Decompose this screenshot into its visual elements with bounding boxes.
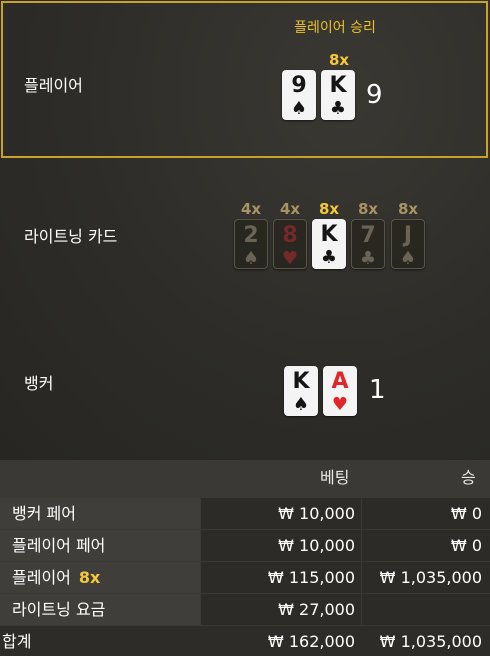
spade-icon: ♠ <box>399 248 417 269</box>
player-row-label: 플레이어 <box>24 76 83 95</box>
game-result-area: 플레이어 승리 플레이어 8x 9 ♠ K ♣ 9 라이트닝 카드 4x 4x … <box>0 0 490 460</box>
bet-amount: ₩ 27,000 <box>201 594 361 625</box>
player-score: 9 <box>366 80 383 110</box>
total-label: 합계 <box>2 632 32 651</box>
card-rank: 9 <box>291 73 307 98</box>
card-rank: K <box>320 222 338 247</box>
card-rank: 7 <box>360 223 376 248</box>
bet-amount: ₩ 10,000 <box>201 530 361 561</box>
bet-row: 라이트닝 요금 ₩ 27,000 <box>0 594 490 626</box>
lightning-card-5: J ♠ <box>391 219 425 269</box>
bet-amount: ₩ 115,000 <box>201 562 361 593</box>
spade-icon: ♠ <box>292 394 310 415</box>
bet-summary-table: 베팅 승 뱅커 페어 ₩ 10,000 ₩ 0 플레이어 페어 ₩ 10,000… <box>0 460 490 656</box>
bet-row-label: 뱅커 페어 <box>0 498 200 529</box>
spade-icon: ♠ <box>290 98 308 119</box>
total-bet: ₩ 162,000 <box>267 632 355 651</box>
bet-row: 플레이어 페어 ₩ 10,000 ₩ 0 <box>0 530 490 562</box>
winner-label: 플레이어 승리 <box>294 20 376 36</box>
spade-icon: ♠ <box>242 248 260 269</box>
lightning-card-4: 7 ♣ <box>351 219 385 269</box>
bet-row-label: 플레이어 페어 <box>0 530 200 561</box>
banker-card-1: K ♠ <box>284 366 318 416</box>
heart-icon: ♥ <box>281 248 299 269</box>
card-rank: A <box>331 369 349 394</box>
lightning-card-3: K ♣ <box>312 219 346 269</box>
bet-row-label: 플레이어 <box>12 568 71 587</box>
lightning-multiplier: 4x <box>279 200 301 218</box>
lightning-card-1: 2 ♠ <box>234 219 268 269</box>
bet-row: 플레이어 8x ₩ 115,000 ₩ 1,035,000 <box>0 562 490 594</box>
card-rank: K <box>292 369 310 394</box>
lightning-multiplier: 8x <box>397 200 419 218</box>
club-icon: ♣ <box>320 247 338 268</box>
lightning-multiplier: 8x <box>357 200 379 218</box>
card-rank: J <box>403 223 413 248</box>
player-card-2: K ♣ <box>321 70 355 120</box>
banker-score: 1 <box>369 375 386 405</box>
club-icon: ♣ <box>359 248 377 269</box>
bet-amount: ₩ 10,000 <box>201 498 361 529</box>
club-icon: ♣ <box>329 98 347 119</box>
banker-row-label: 뱅커 <box>24 374 54 393</box>
header-win: 승 <box>461 468 476 487</box>
win-amount: ₩ 0 <box>362 498 490 529</box>
player-card-1: 9 ♠ <box>282 70 316 120</box>
bet-row-label-cell: 플레이어 8x <box>0 562 200 593</box>
total-win: ₩ 1,035,000 <box>379 632 482 651</box>
lightning-multiplier: 4x <box>240 200 262 218</box>
win-amount: ₩ 1,035,000 <box>362 562 490 593</box>
bet-total-row: 합계 ₩ 162,000 ₩ 1,035,000 <box>0 626 490 656</box>
header-bet: 베팅 <box>320 468 350 487</box>
card-rank: 2 <box>243 223 259 248</box>
card-rank: K <box>329 73 347 98</box>
lightning-row-label: 라이트닝 카드 <box>24 227 118 246</box>
lightning-multiplier: 8x <box>318 200 340 218</box>
win-amount <box>362 594 490 625</box>
player-card-multiplier: 8x <box>328 51 350 69</box>
bet-table-header: 베팅 승 <box>0 460 490 495</box>
win-amount: ₩ 0 <box>362 530 490 561</box>
bet-multiplier-badge: 8x <box>78 568 101 587</box>
bet-row: 뱅커 페어 ₩ 10,000 ₩ 0 <box>0 498 490 530</box>
heart-icon: ♥ <box>331 394 349 415</box>
bet-row-label: 라이트닝 요금 <box>0 594 200 625</box>
lightning-card-2: 8 ♥ <box>273 219 307 269</box>
card-rank: 8 <box>282 223 298 248</box>
banker-card-2: A ♥ <box>323 366 357 416</box>
